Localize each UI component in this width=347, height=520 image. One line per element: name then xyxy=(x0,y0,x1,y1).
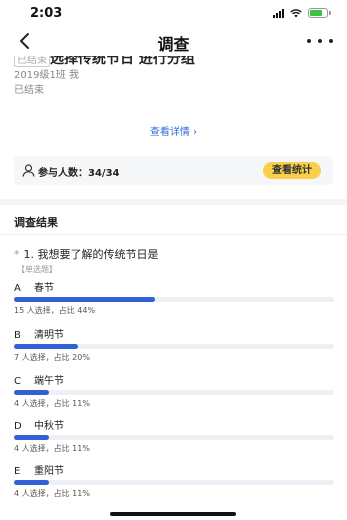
question-type: 【单选题】 xyxy=(17,265,57,274)
participants-card: 参与人数：34/34 查看统计 xyxy=(14,156,333,185)
option-a: A 春节 15 人选择，占比 44% xyxy=(14,279,334,319)
participants-count: 参与人数：34/34 xyxy=(38,168,120,179)
option-label: E 重阳节 xyxy=(14,466,64,477)
option-c: C 端午节 4 人选择，占比 11% xyxy=(14,372,334,412)
option-stat: 4 人选择，占比 11% xyxy=(14,444,90,453)
option-stat: 15 人选择，占比 44% xyxy=(14,306,96,315)
option-d: D 中秋节 4 人选择，占比 11% xyxy=(14,417,334,457)
result-bar xyxy=(14,344,334,349)
option-stat: 7 人选择，占比 20% xyxy=(14,353,90,362)
option-stat: 4 人选择，占比 11% xyxy=(14,489,90,498)
option-stat: 4 人选择，占比 11% xyxy=(14,399,90,408)
required-marker: * xyxy=(14,248,20,261)
survey-status: 已结束 xyxy=(14,85,44,96)
view-stats-button[interactable]: 查看统计 xyxy=(263,162,321,179)
option-label: D 中秋节 xyxy=(14,421,64,432)
option-label: B 清明节 xyxy=(14,330,64,341)
results-heading: 调查结果 xyxy=(14,216,58,229)
status-icons xyxy=(273,8,331,18)
status-bar: 2:03 xyxy=(0,0,347,24)
option-label: A 春节 xyxy=(14,283,54,294)
signal-icon xyxy=(273,8,284,18)
home-indicator xyxy=(110,512,236,516)
wifi-icon xyxy=(290,8,302,17)
result-bar xyxy=(14,435,334,440)
result-bar xyxy=(14,390,334,395)
battery-icon xyxy=(308,8,331,18)
nav-bar: 调查 xyxy=(0,26,347,56)
option-b: B 清明节 7 人选择，占比 20% xyxy=(14,326,334,366)
result-bar xyxy=(14,480,334,485)
divider xyxy=(0,234,347,235)
more-horizontal-icon[interactable] xyxy=(307,32,333,50)
person-icon xyxy=(22,164,35,177)
section-divider xyxy=(0,199,347,205)
result-bar xyxy=(14,297,334,302)
question-text: 1. 我想要了解的传统节日是 xyxy=(23,248,159,261)
view-details-link[interactable]: 查看详情 › xyxy=(0,123,347,138)
status-time: 2:03 xyxy=(30,6,63,21)
option-e: E 重阳节 4 人选择，占比 11% xyxy=(14,462,334,502)
page-title: 调查 xyxy=(157,35,190,54)
survey-meta: 2019级1班 我 xyxy=(14,70,79,81)
option-label: C 端午节 xyxy=(14,376,64,387)
question-title: * 1. 我想要了解的传统节日是 xyxy=(14,246,159,262)
